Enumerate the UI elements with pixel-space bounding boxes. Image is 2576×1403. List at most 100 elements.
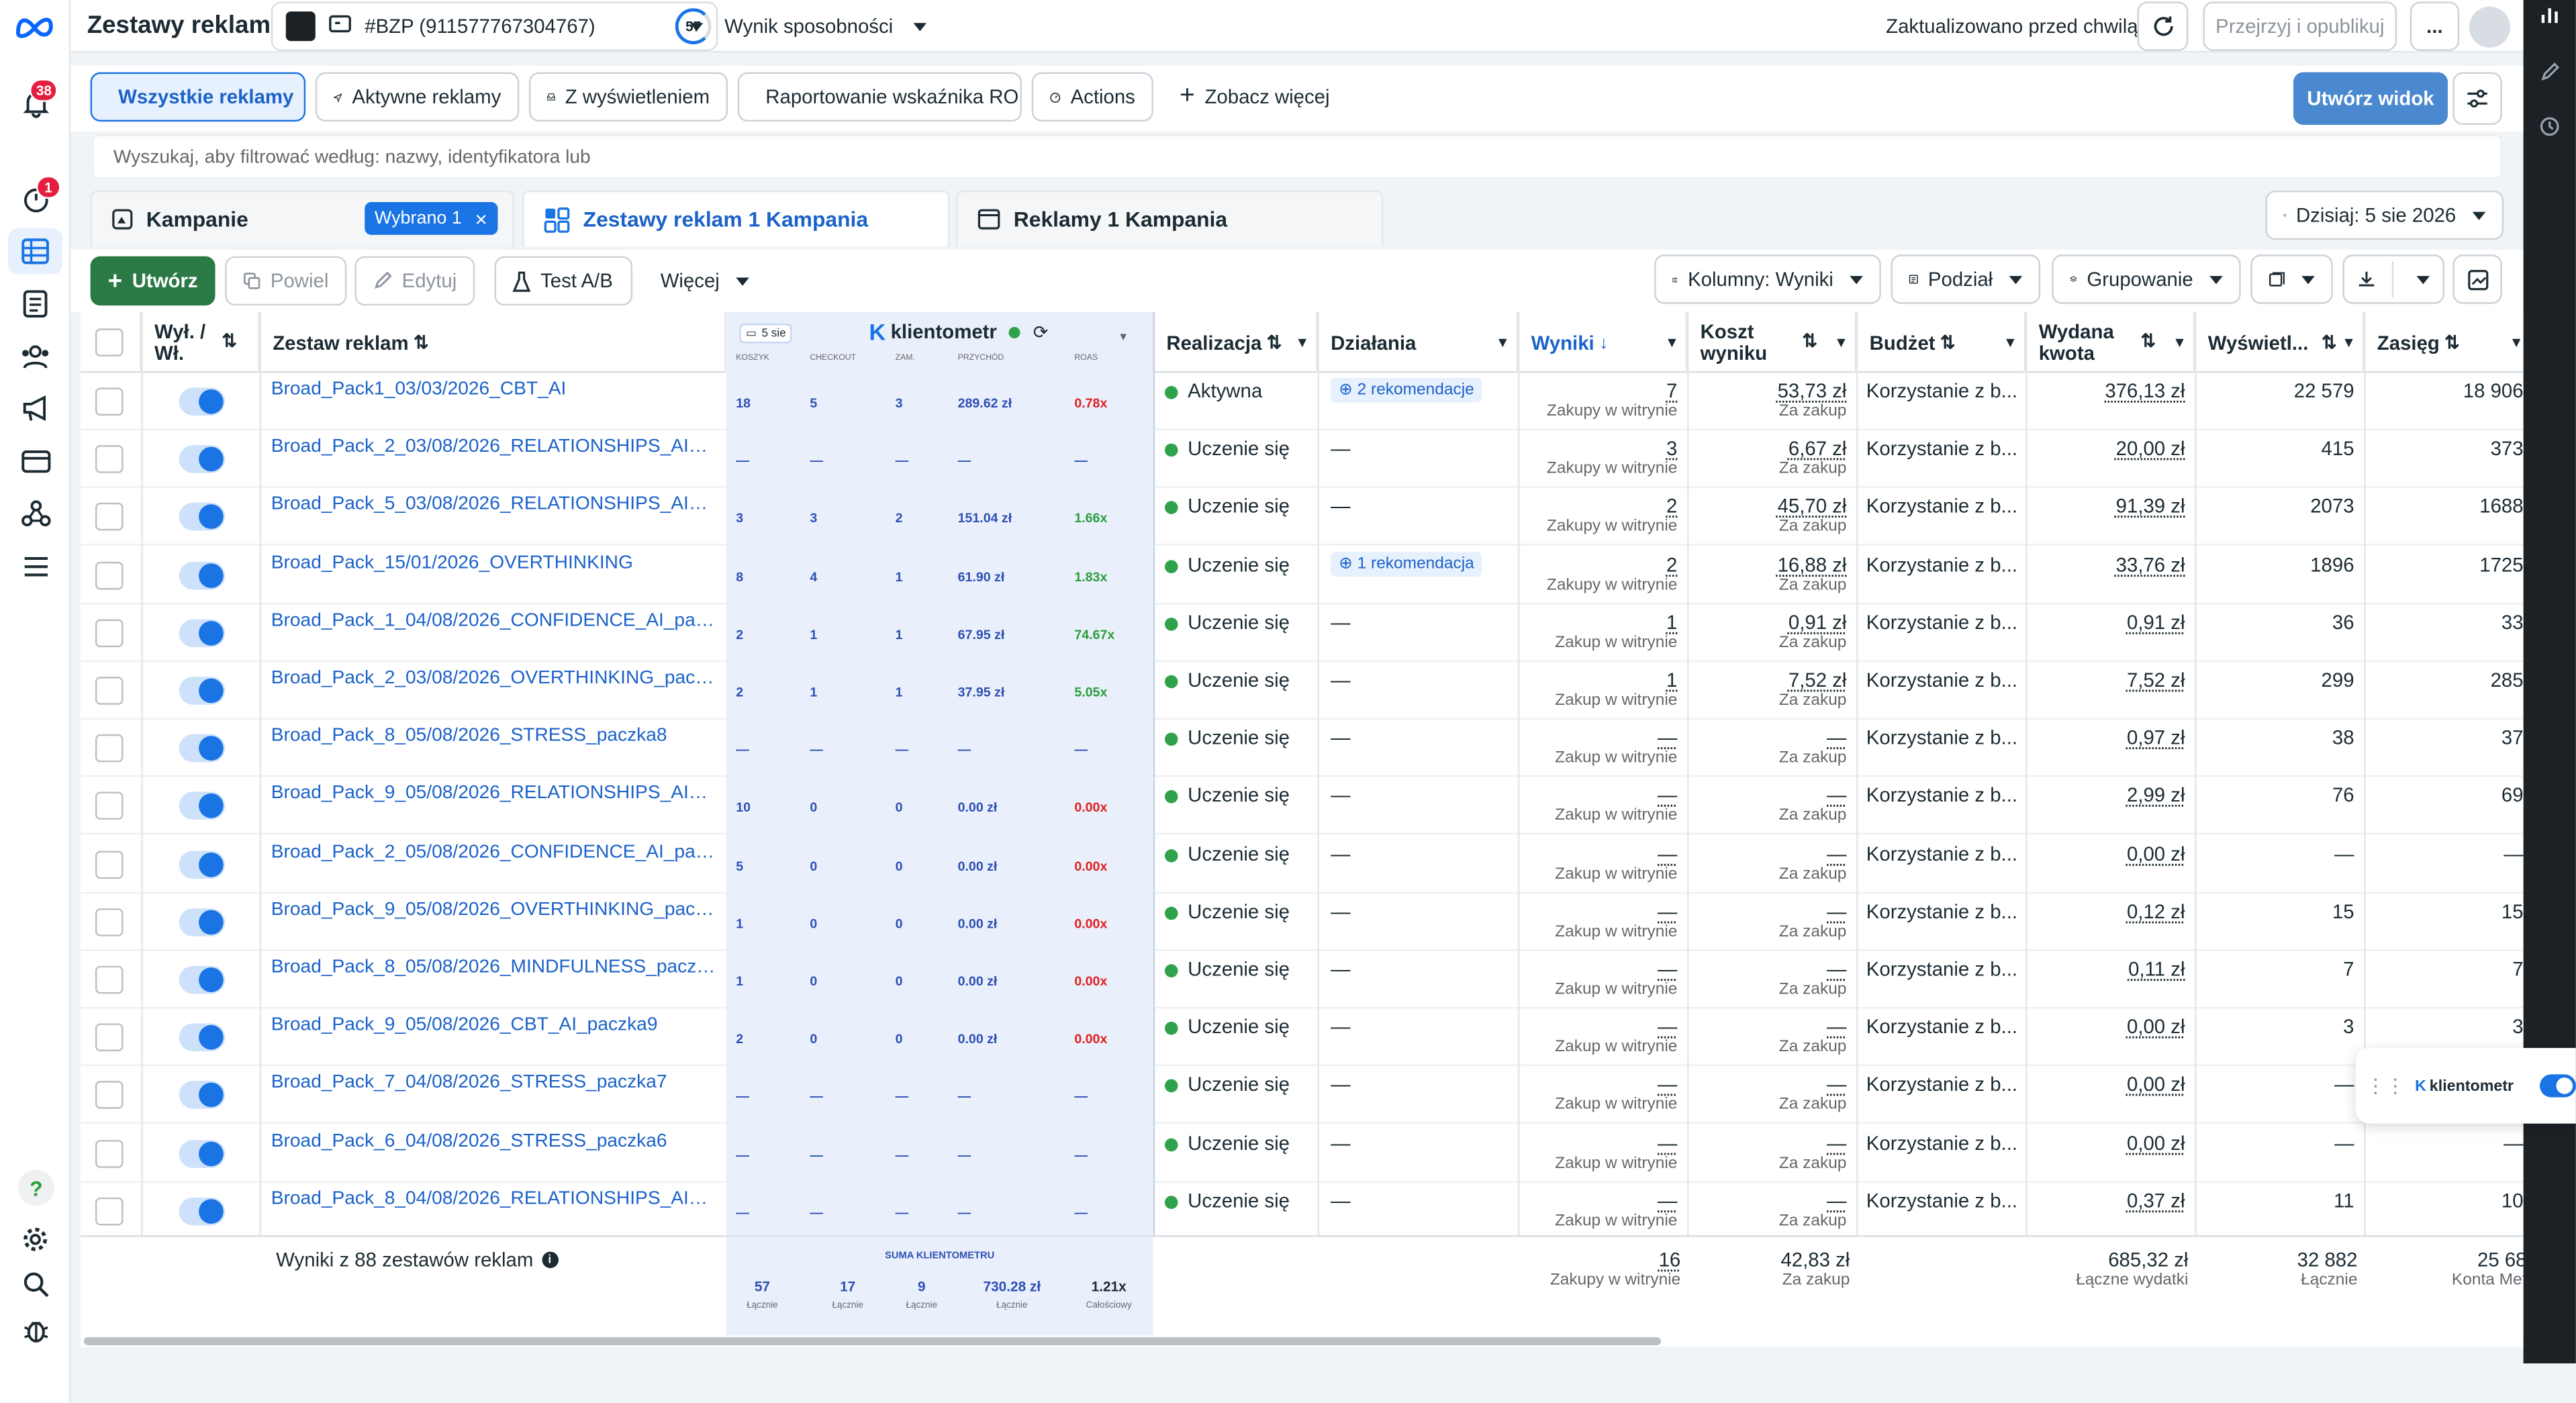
row-checkbox[interactable] xyxy=(95,1197,124,1225)
header-reach[interactable]: Zasięg ⇅ ▾ xyxy=(2364,312,2523,373)
row-checkbox[interactable] xyxy=(95,734,124,763)
menu-icon[interactable] xyxy=(18,548,52,583)
onoff-toggle[interactable] xyxy=(179,1023,226,1052)
megaphone-icon[interactable] xyxy=(18,391,52,425)
tab-actions[interactable]: Actions xyxy=(1031,72,1153,122)
table-row[interactable]: Broad_Pack_8_05/08/2026_MINDFULNESS_pacz… xyxy=(80,951,2524,1009)
reports-dropdown[interactable] xyxy=(2250,254,2333,304)
breakdown-dropdown[interactable]: Podział xyxy=(1891,254,2041,304)
see-more-views-button[interactable]: + Zobacz więcej xyxy=(1163,72,1334,122)
view-settings-button[interactable] xyxy=(2452,72,2502,125)
adset-name-link[interactable]: Broad_Pack_2_05/08/2026_CONFIDENCE_AI_pa… xyxy=(271,842,718,900)
search-icon[interactable] xyxy=(18,1267,52,1301)
edit-button[interactable]: Edytuj xyxy=(354,256,475,306)
bell-icon[interactable]: 38 xyxy=(18,79,58,119)
more-options-button[interactable]: ... xyxy=(2410,1,2460,51)
ads-manager-nav-active[interactable] xyxy=(8,228,62,275)
selected-filter-badge[interactable]: Wybrano 1 × xyxy=(365,201,497,235)
row-checkbox[interactable] xyxy=(95,792,124,821)
row-checkbox[interactable] xyxy=(95,1081,124,1110)
clock-icon[interactable] xyxy=(2540,115,2559,144)
chevron-down-icon[interactable]: ▾ xyxy=(1499,334,1507,352)
charts-button[interactable] xyxy=(2452,254,2502,304)
onoff-toggle[interactable] xyxy=(179,850,226,879)
onoff-toggle[interactable] xyxy=(179,965,226,994)
table-row[interactable]: Broad_Pack_2_03/08/2026_RELATIONSHIPS_AI… xyxy=(80,430,2524,489)
drag-handle-icon[interactable]: ⋮⋮ xyxy=(2366,1074,2405,1097)
table-row[interactable]: Broad_Pack_5_03/08/2026_RELATIONSHIPS_AI… xyxy=(80,488,2524,546)
klientometr-date-picker[interactable]: ▭ 5 sie xyxy=(739,324,793,344)
header-name[interactable]: Zestaw reklam ⇅ xyxy=(260,311,726,373)
row-checkbox[interactable] xyxy=(95,561,124,589)
ab-test-button[interactable]: Test A/B xyxy=(494,256,633,306)
pencil-icon[interactable] xyxy=(2540,61,2560,91)
adset-name-link[interactable]: Broad_Pack_2_03/08/2026_OVERTHINKING_pac… xyxy=(271,669,718,726)
chevron-down-icon[interactable]: ▾ xyxy=(2345,334,2352,352)
close-icon[interactable]: × xyxy=(475,206,487,231)
chevron-down-icon[interactable]: ▾ xyxy=(1668,334,1676,352)
refresh-button[interactable] xyxy=(2137,1,2189,51)
refresh-icon[interactable]: ⟳ xyxy=(1033,321,1049,342)
chevron-down-icon[interactable]: ▾ xyxy=(1298,334,1306,352)
onoff-toggle[interactable] xyxy=(179,503,226,532)
chart-icon[interactable] xyxy=(2540,3,2561,33)
tab-adsets[interactable]: Zestawy reklam 1 Kampania xyxy=(522,190,950,247)
tab-ads[interactable]: Reklamy 1 Kampania xyxy=(956,190,1384,247)
onoff-toggle[interactable] xyxy=(179,734,226,763)
header-delivery[interactable]: Realizacja ⇅ ▾ xyxy=(1153,311,1318,373)
widget-toggle[interactable] xyxy=(2540,1074,2576,1098)
opportunity-score[interactable]: 57 Wynik sposobności xyxy=(675,5,926,48)
row-checkbox[interactable] xyxy=(95,677,124,705)
create-view-button[interactable]: Utwórz widok xyxy=(2293,72,2448,125)
klientometr-floating-widget[interactable]: ⋮⋮ Kklientometr xyxy=(2355,1048,2576,1124)
row-checkbox[interactable] xyxy=(95,850,124,879)
row-checkbox[interactable] xyxy=(95,503,124,532)
bug-report-icon[interactable] xyxy=(18,1312,52,1347)
onoff-toggle[interactable] xyxy=(179,1139,226,1167)
header-spent[interactable]: Wydana kwota ⇅ ▾ xyxy=(2025,311,2195,373)
alerts-icon[interactable]: 1 xyxy=(18,175,60,215)
adset-name-link[interactable]: Broad_Pack_5_03/08/2026_RELATIONSHIPS_AI… xyxy=(271,495,718,553)
chevron-down-icon[interactable]: ▾ xyxy=(1838,332,1845,353)
onoff-toggle[interactable] xyxy=(179,387,226,416)
header-actions[interactable]: Działania ▾ xyxy=(1317,311,1519,373)
row-checkbox[interactable] xyxy=(95,908,124,936)
row-checkbox[interactable] xyxy=(95,965,124,994)
select-all-checkbox[interactable] xyxy=(95,328,124,356)
adset-name-link[interactable]: Broad_Pack1_03/03/2026_CBT_AI xyxy=(271,379,718,437)
row-checkbox[interactable] xyxy=(95,1139,124,1167)
search-input[interactable]: Wyszukaj, aby filtrować według: nazwy, i… xyxy=(92,134,2502,179)
row-checkbox[interactable] xyxy=(95,445,124,474)
adset-name-link[interactable]: Broad_Pack_8_05/08/2026_STRESS_paczka8 xyxy=(271,726,718,784)
settings-gear-icon[interactable] xyxy=(18,1222,52,1257)
onoff-toggle[interactable] xyxy=(179,677,226,705)
table-row[interactable]: Broad_Pack_9_05/08/2026_CBT_AI_paczka9 2 0… xyxy=(80,1008,2524,1067)
tab-with-impressions[interactable]: Z wyświetleniem xyxy=(528,72,728,122)
adset-name-link[interactable]: Broad_Pack_9_05/08/2026_OVERTHINKING_pac… xyxy=(271,900,718,957)
adset-name-link[interactable]: Broad_Pack_6_04/08/2026_STRESS_paczka6 xyxy=(271,1131,718,1189)
onoff-toggle[interactable] xyxy=(179,792,226,821)
horizontal-scrollbar[interactable] xyxy=(83,1337,1661,1346)
account-selector[interactable]: #BZP (911577767304767) xyxy=(271,1,718,51)
table-row[interactable]: Broad_Pack_2_05/08/2026_CONFIDENCE_AI_pa… xyxy=(80,835,2524,893)
adset-name-link[interactable]: Broad_Pack_8_05/08/2026_MINDFULNESS_pacz… xyxy=(271,958,718,1016)
row-checkbox[interactable] xyxy=(95,387,124,416)
meta-logo-icon[interactable] xyxy=(11,8,58,44)
adset-name-link[interactable]: Broad_Pack_9_05/08/2026_CBT_AI_paczka9 xyxy=(271,1016,718,1073)
create-button[interactable]: + Utwórz xyxy=(90,256,216,306)
table-row[interactable]: Broad_Pack_8_05/08/2026_STRESS_paczka8— —… xyxy=(80,720,2524,777)
columns-dropdown[interactable]: Kolumny: Wyniki xyxy=(1654,254,1881,304)
more-actions-dropdown[interactable]: Więcej xyxy=(644,256,759,306)
onoff-toggle[interactable] xyxy=(179,908,226,936)
date-range-picker[interactable]: Dzisiaj: 5 sie 2026 xyxy=(2265,190,2504,240)
table-row[interactable]: Broad_Pack_15/01/2026_OVERTHINKING 8 4 1 61.… xyxy=(80,546,2524,604)
table-row[interactable]: Broad_Pack_1_04/08/2026_CONFIDENCE_AI_pa… xyxy=(80,603,2524,662)
tab-roas-reporting[interactable]: Raportowanie wskaźnika RO... xyxy=(737,72,1022,122)
table-row[interactable]: Broad_Pack_8_04/08/2026_RELATIONSHIPS_AI… xyxy=(80,1182,2524,1240)
header-results[interactable]: Wyniki ↓ ▾ xyxy=(1518,311,1688,373)
adset-name-link[interactable]: Broad_Pack_15/01/2026_OVERTHINKING xyxy=(271,553,718,611)
table-row[interactable]: Broad_Pack_7_04/08/2026_STRESS_paczka7— —… xyxy=(80,1067,2524,1124)
onoff-toggle[interactable] xyxy=(179,445,226,474)
onoff-toggle[interactable] xyxy=(179,1197,226,1225)
review-publish-button[interactable]: Przejrzyj i opublikuj xyxy=(2203,1,2397,51)
